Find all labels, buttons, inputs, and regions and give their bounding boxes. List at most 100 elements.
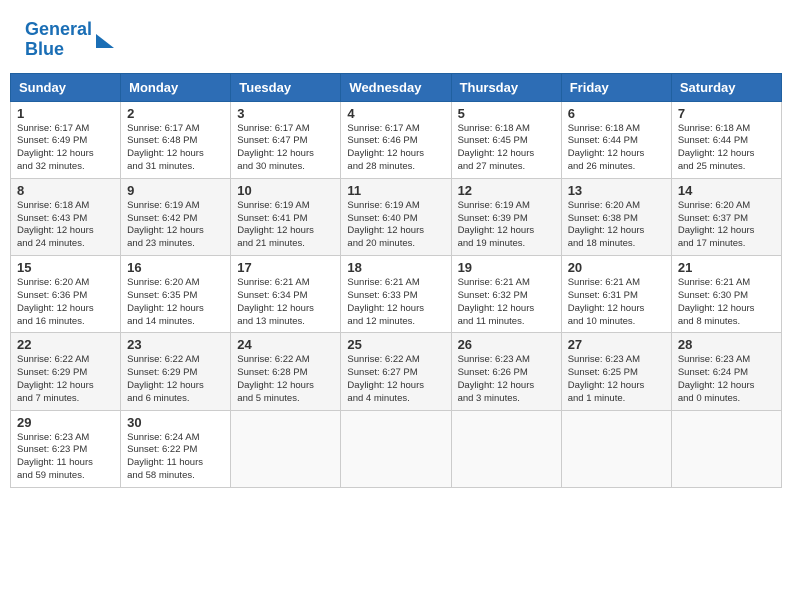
calendar-cell: 6 Sunrise: 6:18 AMSunset: 6:44 PMDaylight…: [561, 101, 671, 178]
day-number: 15: [17, 260, 114, 275]
day-info: Sunrise: 6:17 AMSunset: 6:47 PMDaylight:…: [237, 123, 334, 174]
day-number: 16: [127, 260, 224, 275]
day-info: Sunrise: 6:23 AMSunset: 6:23 PMDaylight:…: [17, 432, 114, 483]
day-number: 14: [678, 183, 775, 198]
day-number: 3: [237, 106, 334, 121]
day-info: Sunrise: 6:23 AMSunset: 6:25 PMDaylight:…: [568, 354, 665, 405]
day-number: 17: [237, 260, 334, 275]
calendar-table: SundayMondayTuesdayWednesdayThursdayFrid…: [10, 73, 782, 488]
day-info: Sunrise: 6:20 AMSunset: 6:36 PMDaylight:…: [17, 277, 114, 328]
day-info: Sunrise: 6:21 AMSunset: 6:30 PMDaylight:…: [678, 277, 775, 328]
day-info: Sunrise: 6:22 AMSunset: 6:28 PMDaylight:…: [237, 354, 334, 405]
calendar-cell: 15 Sunrise: 6:20 AMSunset: 6:36 PMDayligh…: [11, 256, 121, 333]
calendar-cell: 9 Sunrise: 6:19 AMSunset: 6:42 PMDaylight…: [121, 178, 231, 255]
day-info: Sunrise: 6:17 AMSunset: 6:46 PMDaylight:…: [347, 123, 444, 174]
weekday-header: Thursday: [451, 73, 561, 101]
calendar-cell: 5 Sunrise: 6:18 AMSunset: 6:45 PMDaylight…: [451, 101, 561, 178]
calendar-cell: 1 Sunrise: 6:17 AMSunset: 6:49 PMDaylight…: [11, 101, 121, 178]
day-info: Sunrise: 6:20 AMSunset: 6:35 PMDaylight:…: [127, 277, 224, 328]
calendar-cell: 13 Sunrise: 6:20 AMSunset: 6:38 PMDayligh…: [561, 178, 671, 255]
day-info: Sunrise: 6:22 AMSunset: 6:29 PMDaylight:…: [127, 354, 224, 405]
logo-text: General Blue: [25, 20, 92, 60]
day-number: 20: [568, 260, 665, 275]
page-header: General Blue: [10, 10, 782, 65]
day-info: Sunrise: 6:18 AMSunset: 6:45 PMDaylight:…: [458, 123, 555, 174]
day-number: 24: [237, 337, 334, 352]
calendar-cell: 3 Sunrise: 6:17 AMSunset: 6:47 PMDaylight…: [231, 101, 341, 178]
calendar-cell: 18Sunrise: 6:21 AMSunset: 6:33 PMDayligh…: [341, 256, 451, 333]
logo: General Blue: [25, 20, 114, 60]
day-number: 10: [237, 183, 334, 198]
calendar-cell: 12 Sunrise: 6:19 AMSunset: 6:39 PMDayligh…: [451, 178, 561, 255]
calendar-cell: 30 Sunrise: 6:24 AMSunset: 6:22 PMDayligh…: [121, 410, 231, 487]
day-info: Sunrise: 6:19 AMSunset: 6:42 PMDaylight:…: [127, 200, 224, 251]
day-info: Sunrise: 6:18 AMSunset: 6:44 PMDaylight:…: [678, 123, 775, 174]
day-info: Sunrise: 6:21 AMSunset: 6:32 PMDaylight:…: [458, 277, 555, 328]
day-number: 22: [17, 337, 114, 352]
calendar-cell: [561, 410, 671, 487]
day-number: 18: [347, 260, 444, 275]
day-number: 12: [458, 183, 555, 198]
calendar-cell: 14 Sunrise: 6:20 AMSunset: 6:37 PMDayligh…: [671, 178, 781, 255]
calendar-cell: 21 Sunrise: 6:21 AMSunset: 6:30 PMDayligh…: [671, 256, 781, 333]
day-info: Sunrise: 6:24 AMSunset: 6:22 PMDaylight:…: [127, 432, 224, 483]
day-number: 9: [127, 183, 224, 198]
day-info: Sunrise: 6:22 AMSunset: 6:27 PMDaylight:…: [347, 354, 444, 405]
day-number: 29: [17, 415, 114, 430]
day-number: 1: [17, 106, 114, 121]
day-info: Sunrise: 6:17 AMSunset: 6:49 PMDaylight:…: [17, 123, 114, 174]
day-number: 11: [347, 183, 444, 198]
calendar-cell: 24 Sunrise: 6:22 AMSunset: 6:28 PMDayligh…: [231, 333, 341, 410]
day-info: Sunrise: 6:17 AMSunset: 6:48 PMDaylight:…: [127, 123, 224, 174]
day-number: 28: [678, 337, 775, 352]
day-number: 19: [458, 260, 555, 275]
calendar-cell: 17 Sunrise: 6:21 AMSunset: 6:34 PMDayligh…: [231, 256, 341, 333]
weekday-header: Friday: [561, 73, 671, 101]
weekday-header: Tuesday: [231, 73, 341, 101]
day-info: Sunrise: 6:20 AMSunset: 6:38 PMDaylight:…: [568, 200, 665, 251]
calendar-cell: [341, 410, 451, 487]
logo-arrow-icon: [96, 34, 114, 48]
calendar-cell: 8Sunrise: 6:18 AMSunset: 6:43 PMDaylight…: [11, 178, 121, 255]
calendar-cell: 4 Sunrise: 6:17 AMSunset: 6:46 PMDaylight…: [341, 101, 451, 178]
day-number: 25: [347, 337, 444, 352]
day-number: 23: [127, 337, 224, 352]
day-number: 27: [568, 337, 665, 352]
day-info: Sunrise: 6:19 AMSunset: 6:40 PMDaylight:…: [347, 200, 444, 251]
calendar-cell: 20 Sunrise: 6:21 AMSunset: 6:31 PMDayligh…: [561, 256, 671, 333]
calendar-cell: [451, 410, 561, 487]
calendar-cell: [671, 410, 781, 487]
day-info: Sunrise: 6:19 AMSunset: 6:39 PMDaylight:…: [458, 200, 555, 251]
calendar-cell: [231, 410, 341, 487]
calendar-cell: 11 Sunrise: 6:19 AMSunset: 6:40 PMDayligh…: [341, 178, 451, 255]
day-info: Sunrise: 6:23 AMSunset: 6:26 PMDaylight:…: [458, 354, 555, 405]
weekday-header: Sunday: [11, 73, 121, 101]
day-number: 30: [127, 415, 224, 430]
calendar-cell: 23 Sunrise: 6:22 AMSunset: 6:29 PMDayligh…: [121, 333, 231, 410]
day-info: Sunrise: 6:22 AMSunset: 6:29 PMDaylight:…: [17, 354, 114, 405]
day-info: Sunrise: 6:21 AMSunset: 6:31 PMDaylight:…: [568, 277, 665, 328]
day-info: Sunrise: 6:20 AMSunset: 6:37 PMDaylight:…: [678, 200, 775, 251]
day-info: Sunrise: 6:21 AMSunset: 6:34 PMDaylight:…: [237, 277, 334, 328]
calendar-cell: 26 Sunrise: 6:23 AMSunset: 6:26 PMDayligh…: [451, 333, 561, 410]
calendar-cell: 16 Sunrise: 6:20 AMSunset: 6:35 PMDayligh…: [121, 256, 231, 333]
day-info: Sunrise: 6:23 AMSunset: 6:24 PMDaylight:…: [678, 354, 775, 405]
calendar-cell: 29 Sunrise: 6:23 AMSunset: 6:23 PMDayligh…: [11, 410, 121, 487]
weekday-header: Monday: [121, 73, 231, 101]
day-number: 5: [458, 106, 555, 121]
day-number: 6: [568, 106, 665, 121]
weekday-header: Saturday: [671, 73, 781, 101]
weekday-header: Wednesday: [341, 73, 451, 101]
day-number: 13: [568, 183, 665, 198]
calendar-cell: 25 Sunrise: 6:22 AMSunset: 6:27 PMDayligh…: [341, 333, 451, 410]
day-number: 21: [678, 260, 775, 275]
calendar-cell: 27 Sunrise: 6:23 AMSunset: 6:25 PMDayligh…: [561, 333, 671, 410]
day-info: Sunrise: 6:19 AMSunset: 6:41 PMDaylight:…: [237, 200, 334, 251]
day-info: Sunrise: 6:18 AMSunset: 6:44 PMDaylight:…: [568, 123, 665, 174]
calendar-cell: 22 Sunrise: 6:22 AMSunset: 6:29 PMDayligh…: [11, 333, 121, 410]
calendar-cell: 2 Sunrise: 6:17 AMSunset: 6:48 PMDaylight…: [121, 101, 231, 178]
day-number: 2: [127, 106, 224, 121]
day-number: 4: [347, 106, 444, 121]
day-number: 7: [678, 106, 775, 121]
day-number: 26: [458, 337, 555, 352]
